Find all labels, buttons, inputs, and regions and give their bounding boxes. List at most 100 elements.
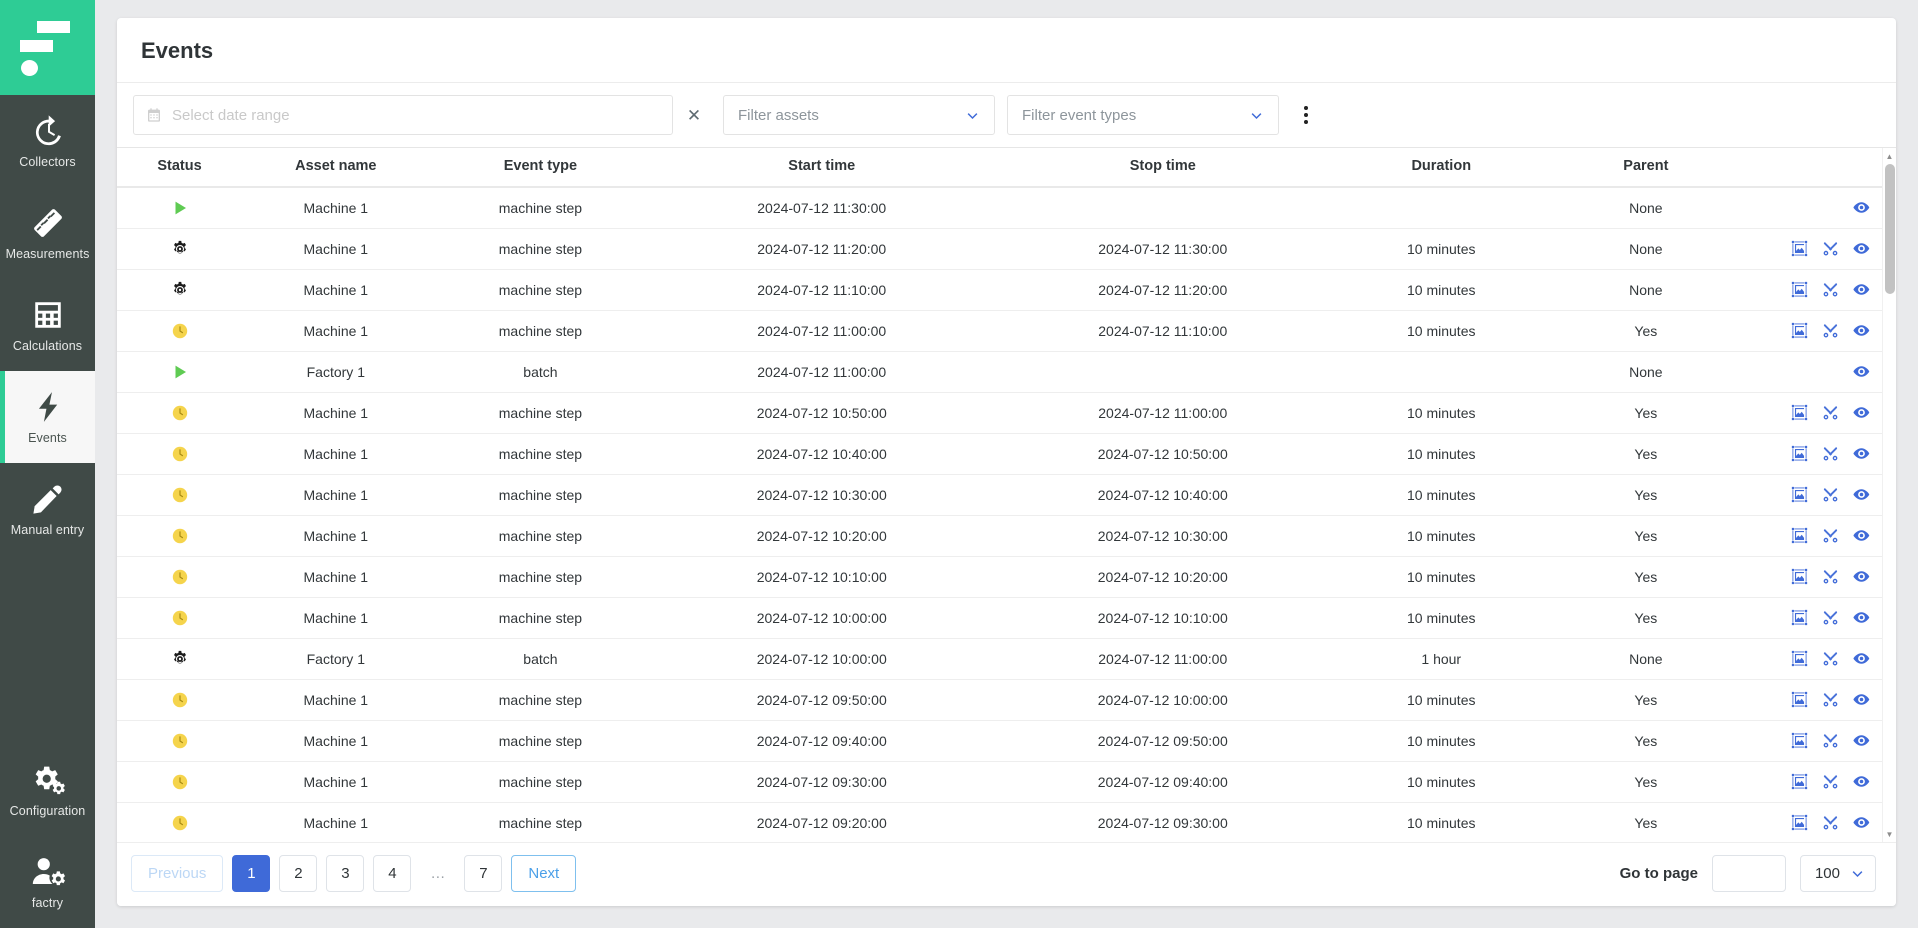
view-icon[interactable] — [1853, 281, 1870, 298]
cut-icon[interactable] — [1822, 773, 1839, 790]
resize-icon[interactable] — [1791, 322, 1808, 339]
cell-asset-name: Machine 1 — [242, 802, 430, 842]
table-row[interactable]: Machine 1 machine step 2024-07-12 10:00:00… — [117, 597, 1896, 639]
column-header-start-time[interactable]: Start time — [651, 148, 993, 188]
resize-icon[interactable] — [1791, 609, 1808, 626]
view-icon[interactable] — [1853, 445, 1870, 462]
scroll-down-arrow-icon[interactable]: ▼ — [1883, 826, 1897, 842]
view-icon[interactable] — [1853, 404, 1870, 421]
cut-icon[interactable] — [1822, 691, 1839, 708]
table-row[interactable]: Machine 1 machine step 2024-07-12 11:30:00… — [117, 187, 1896, 229]
table-row[interactable]: Machine 1 machine step 2024-07-12 11:20:00… — [117, 228, 1896, 270]
table-row[interactable]: Machine 1 machine step 2024-07-12 09:20:00… — [117, 802, 1896, 842]
cut-icon[interactable] — [1822, 732, 1839, 749]
view-icon[interactable] — [1853, 609, 1870, 626]
column-header-status[interactable]: Status — [117, 148, 243, 188]
cell-start-time: 2024-07-12 11:00:00 — [651, 351, 993, 393]
table-row[interactable]: Factory 1 batch 2024-07-12 10:00:00 2024-07… — [117, 638, 1896, 680]
table-row[interactable]: Machine 1 machine step 2024-07-12 10:10:00… — [117, 556, 1896, 598]
view-icon[interactable] — [1853, 363, 1870, 380]
resize-icon[interactable] — [1791, 732, 1808, 749]
filter-assets-select[interactable]: Filter assets — [723, 95, 995, 135]
page-button-1[interactable]: 1 — [232, 855, 271, 892]
sidebar-item-calculations[interactable]: Calculations — [0, 279, 95, 371]
previous-page-button[interactable]: Previous — [131, 855, 224, 892]
table-row[interactable]: Machine 1 machine step 2024-07-12 10:20:00… — [117, 515, 1896, 557]
filter-event-types-select[interactable]: Filter event types — [1007, 95, 1279, 135]
view-icon[interactable] — [1853, 732, 1870, 749]
app-logo[interactable] — [0, 0, 95, 95]
view-icon[interactable] — [1853, 773, 1870, 790]
table-row[interactable]: Machine 1 machine step 2024-07-12 11:10:00… — [117, 269, 1896, 311]
table-row[interactable]: Machine 1 machine step 2024-07-12 10:30:00… — [117, 474, 1896, 516]
view-icon[interactable] — [1853, 322, 1870, 339]
cut-icon[interactable] — [1822, 445, 1839, 462]
date-range-input[interactable]: Select date range — [133, 95, 673, 135]
resize-icon[interactable] — [1791, 281, 1808, 298]
view-icon[interactable] — [1853, 240, 1870, 257]
view-icon[interactable] — [1853, 527, 1870, 544]
resize-icon[interactable] — [1791, 814, 1808, 831]
cell-event-type: machine step — [429, 679, 652, 721]
resize-icon[interactable] — [1791, 568, 1808, 585]
table-row[interactable]: Machine 1 machine step 2024-07-12 09:50:00… — [117, 679, 1896, 721]
cut-icon[interactable] — [1822, 568, 1839, 585]
column-header-asset-name[interactable]: Asset name — [242, 148, 430, 188]
page-button-2[interactable]: 2 — [279, 855, 318, 892]
cut-icon[interactable] — [1822, 650, 1839, 667]
view-icon[interactable] — [1853, 691, 1870, 708]
table-row[interactable]: Machine 1 machine step 2024-07-12 09:40:00… — [117, 720, 1896, 762]
view-icon[interactable] — [1853, 814, 1870, 831]
cut-icon[interactable] — [1822, 281, 1839, 298]
per-page-select[interactable]: 100 — [1799, 855, 1876, 892]
resize-icon[interactable] — [1791, 445, 1808, 462]
resize-icon[interactable] — [1791, 486, 1808, 503]
sidebar-item-collectors[interactable]: Collectors — [0, 95, 95, 187]
goto-page-input[interactable] — [1711, 855, 1786, 892]
scrollbar-track[interactable] — [1883, 164, 1897, 826]
scrollbar-thumb[interactable] — [1884, 164, 1895, 294]
next-page-button[interactable]: Next — [511, 855, 577, 892]
cell-actions — [1742, 556, 1896, 598]
resize-icon[interactable] — [1791, 240, 1808, 257]
column-header-parent[interactable]: Parent — [1549, 148, 1743, 188]
view-icon[interactable] — [1853, 486, 1870, 503]
resize-icon[interactable] — [1791, 691, 1808, 708]
view-icon[interactable] — [1853, 568, 1870, 585]
sidebar-item-measurements[interactable]: Measurements — [0, 187, 95, 279]
cut-icon[interactable] — [1822, 814, 1839, 831]
table-vertical-scrollbar[interactable]: ▲ ▼ — [1882, 148, 1896, 842]
cut-icon[interactable] — [1822, 527, 1839, 544]
scroll-up-arrow-icon[interactable]: ▲ — [1883, 148, 1897, 164]
resize-icon[interactable] — [1791, 773, 1808, 790]
table-row[interactable]: Machine 1 machine step 2024-07-12 10:50:00… — [117, 392, 1896, 434]
sidebar-item-manual-entry[interactable]: Manual entry — [0, 463, 95, 555]
column-header-duration[interactable]: Duration — [1333, 148, 1550, 188]
clear-date-range-button[interactable]: ✕ — [673, 95, 715, 135]
cut-icon[interactable] — [1822, 404, 1839, 421]
column-header-stop-time[interactable]: Stop time — [992, 148, 1334, 188]
cut-icon[interactable] — [1822, 322, 1839, 339]
ruler-icon — [31, 206, 65, 240]
table-row[interactable]: Factory 1 batch 2024-07-12 11:00:00 None — [117, 351, 1896, 393]
page-button-4[interactable]: 4 — [373, 855, 412, 892]
view-icon[interactable] — [1853, 650, 1870, 667]
sidebar-item-factry-user[interactable]: factry — [0, 836, 95, 928]
resize-icon[interactable] — [1791, 527, 1808, 544]
page-button-3[interactable]: 3 — [326, 855, 365, 892]
sidebar-item-configuration[interactable]: Configuration — [0, 744, 95, 836]
page-button-7[interactable]: 7 — [464, 855, 503, 892]
row-action-buttons — [1746, 404, 1892, 421]
resize-icon[interactable] — [1791, 404, 1808, 421]
sidebar-item-events[interactable]: Events — [0, 371, 95, 463]
view-icon[interactable] — [1853, 199, 1870, 216]
resize-icon[interactable] — [1791, 650, 1808, 667]
table-row[interactable]: Machine 1 machine step 2024-07-12 10:40:00… — [117, 433, 1896, 475]
table-row[interactable]: Machine 1 machine step 2024-07-12 11:00:00… — [117, 310, 1896, 352]
cut-icon[interactable] — [1822, 486, 1839, 503]
table-row[interactable]: Machine 1 machine step 2024-07-12 09:30:00… — [117, 761, 1896, 803]
cut-icon[interactable] — [1822, 240, 1839, 257]
column-header-event-type[interactable]: Event type — [429, 148, 652, 188]
kebab-menu-icon[interactable] — [1289, 95, 1323, 135]
cut-icon[interactable] — [1822, 609, 1839, 626]
